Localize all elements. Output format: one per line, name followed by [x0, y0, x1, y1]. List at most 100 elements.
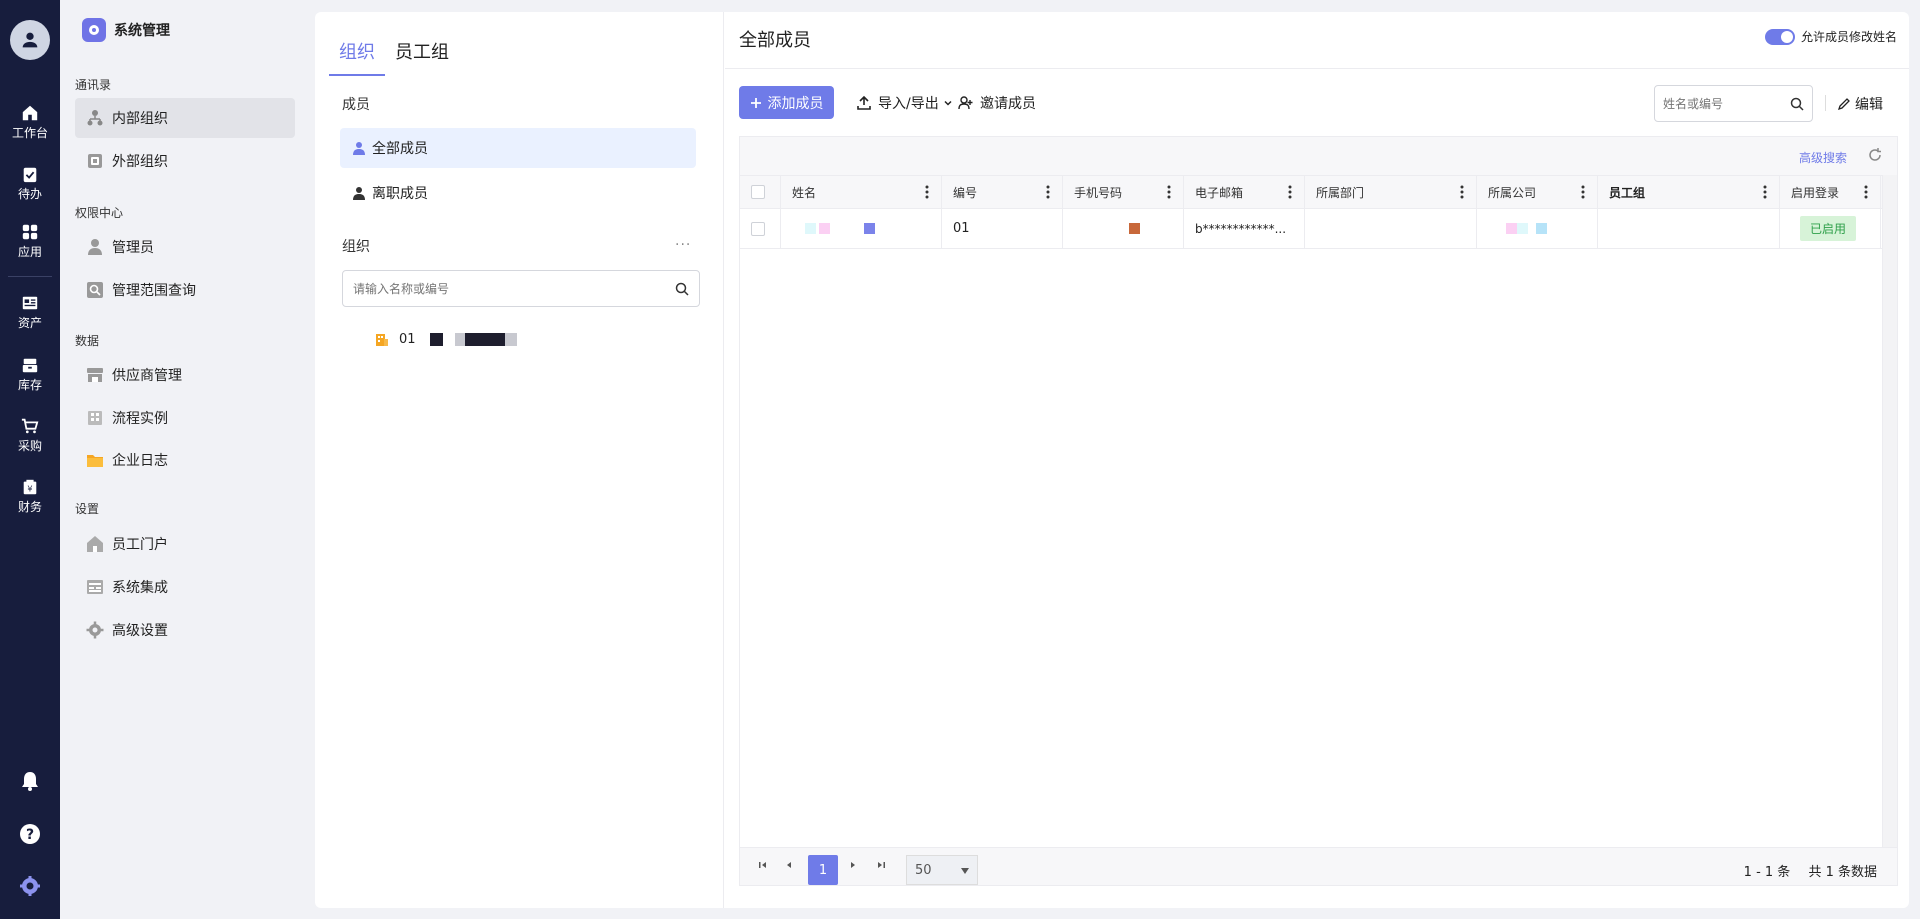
sidebar-item-scope-query[interactable]: 管理范围查询 — [75, 270, 295, 310]
section-title-settings: 设置 — [75, 502, 100, 516]
portal-house-icon — [87, 536, 103, 552]
members-panel: 全部成员 允许成员修改姓名 添加成员 导入/导出 邀请成员 编辑 — [725, 12, 1909, 908]
edit-button[interactable]: 编辑 — [1837, 94, 1883, 114]
column-header-code[interactable]: 编号 — [942, 176, 1063, 208]
refresh-icon[interactable] — [1867, 147, 1883, 163]
page-size-select[interactable]: 50 — [906, 855, 978, 885]
pagination-range: 1 - 1 条 — [1743, 865, 1791, 880]
apps-grid-icon — [22, 224, 38, 240]
rail-item-purchase[interactable]: 采购 — [0, 417, 60, 454]
column-menu-icon[interactable] — [1167, 185, 1171, 199]
column-menu-icon[interactable] — [1581, 185, 1585, 199]
column-menu-icon[interactable] — [1046, 185, 1050, 199]
cell-login-status: 已启用 — [1780, 209, 1881, 248]
column-menu-icon[interactable] — [1288, 185, 1292, 199]
import-export-button[interactable]: 导入/导出 — [856, 86, 953, 119]
invite-member-button[interactable]: 邀请成员 — [958, 86, 1036, 119]
redacted-block — [1129, 223, 1140, 234]
add-member-button[interactable]: 添加成员 — [739, 86, 834, 119]
section-title-data: 数据 — [75, 334, 100, 348]
column-menu-icon[interactable] — [1864, 185, 1868, 199]
edit-label: 编辑 — [1855, 97, 1883, 113]
column-header-department[interactable]: 所属部门 — [1305, 176, 1477, 208]
wallet-icon: ¥ — [23, 479, 37, 495]
help-icon[interactable]: ? — [19, 823, 41, 845]
user-avatar[interactable] — [10, 20, 50, 60]
org-search-input[interactable] — [353, 281, 675, 296]
column-header-label: 启用登录 — [1791, 185, 1840, 200]
member-search-box[interactable] — [1654, 85, 1813, 122]
sidebar-item-portal[interactable]: 员工门户 — [75, 524, 295, 564]
first-page-icon[interactable] — [756, 858, 770, 872]
last-page-icon[interactable] — [874, 858, 888, 872]
select-all-checkbox[interactable] — [751, 185, 765, 199]
rail-item-label: 采购 — [17, 439, 42, 453]
column-menu-icon[interactable] — [1460, 185, 1464, 199]
rail-item-inventory[interactable]: 库存 — [0, 356, 60, 393]
column-header-label: 所属公司 — [1488, 185, 1537, 200]
column-header-phone[interactable]: 手机号码 — [1063, 176, 1184, 208]
rail-item-finance[interactable]: ¥ 财务 — [0, 478, 60, 515]
page-number-current[interactable]: 1 — [808, 855, 838, 885]
rail-item-apps[interactable]: 应用 — [0, 223, 60, 260]
redacted-block — [454, 333, 465, 346]
clipboard-check-icon — [23, 167, 37, 183]
search-icon[interactable] — [1790, 97, 1804, 111]
column-menu-icon[interactable] — [1763, 185, 1767, 199]
bell-icon[interactable] — [19, 770, 41, 792]
asset-card-icon — [22, 296, 38, 310]
sidebar-item-external-org[interactable]: 外部组织 — [75, 141, 295, 181]
sidebar-brand: 系统管理 — [82, 18, 170, 42]
settings-gear-icon[interactable] — [19, 875, 41, 897]
org-search-box[interactable] — [342, 270, 700, 307]
advanced-search-link[interactable]: 高级搜索 — [1799, 149, 1847, 166]
tab-organization[interactable]: 组织 — [329, 38, 385, 76]
column-header-company[interactable]: 所属公司 — [1477, 176, 1598, 208]
sidebar-item-supplier[interactable]: 供应商管理 — [75, 355, 295, 395]
sidebar-item-label: 员工门户 — [112, 537, 168, 553]
rail-item-label: 应用 — [17, 245, 42, 259]
svg-text:?: ? — [26, 827, 34, 843]
row-checkbox[interactable] — [751, 221, 765, 236]
sidebar-item-internal-org[interactable]: 内部组织 — [75, 98, 295, 138]
table-scrollbar[interactable] — [1882, 175, 1897, 847]
cell-code: 01 — [942, 209, 1063, 248]
tab-employee-group[interactable]: 员工组 — [385, 38, 459, 76]
redacted-block — [1536, 223, 1547, 234]
column-header-login[interactable]: 启用登录 — [1780, 176, 1881, 208]
org-tree-icon — [87, 110, 103, 126]
search-icon[interactable] — [675, 282, 689, 296]
system-sidebar: 系统管理 通讯录 内部组织 外部组织 权限中心 管理员 管理范围查询 数据 供应… — [60, 0, 306, 919]
sidebar-item-integration[interactable]: 系统集成 — [75, 567, 295, 607]
column-menu-icon[interactable] — [925, 185, 929, 199]
member-item-all[interactable]: 全部成员 — [340, 128, 696, 168]
member-item-resigned[interactable]: 离职成员 — [340, 173, 696, 213]
rail-item-todo[interactable]: 待办 — [0, 165, 60, 202]
sidebar-item-enterprise-log[interactable]: 企业日志 — [75, 440, 295, 480]
member-item-label: 离职成员 — [372, 186, 428, 202]
next-page-icon[interactable] — [846, 858, 860, 872]
column-header-group[interactable]: 员工组 — [1598, 176, 1780, 208]
column-header-name[interactable]: 姓名 — [781, 176, 942, 208]
pagination-total: 共 1 条数据 — [1808, 865, 1877, 880]
table-row[interactable]: 01 b************... 已启用 — [740, 209, 1883, 249]
redacted-block — [833, 223, 844, 234]
sidebar-item-label: 系统集成 — [112, 580, 168, 596]
allow-rename-toggle[interactable] — [1764, 28, 1795, 45]
member-search-input[interactable] — [1663, 96, 1790, 111]
org-tree-code: 01 — [399, 332, 416, 347]
rail-item-assets[interactable]: 资产 — [0, 294, 60, 331]
prev-page-icon[interactable] — [782, 858, 796, 872]
add-member-label: 添加成员 — [767, 95, 824, 112]
sidebar-item-process[interactable]: 流程实例 — [75, 398, 295, 438]
caret-down-icon — [961, 868, 969, 874]
sidebar-item-advanced[interactable]: 高级设置 — [75, 610, 295, 650]
redacted-block — [464, 333, 505, 346]
column-header-email[interactable]: 电子邮箱 — [1184, 176, 1305, 208]
sidebar-item-admin[interactable]: 管理员 — [75, 227, 295, 267]
member-person-icon — [353, 187, 365, 200]
org-tree-root[interactable]: 01 — [375, 332, 517, 347]
store-icon — [87, 368, 103, 382]
rail-item-workbench[interactable]: 工作台 — [0, 104, 60, 141]
org-more-button[interactable]: ··· — [675, 237, 691, 253]
